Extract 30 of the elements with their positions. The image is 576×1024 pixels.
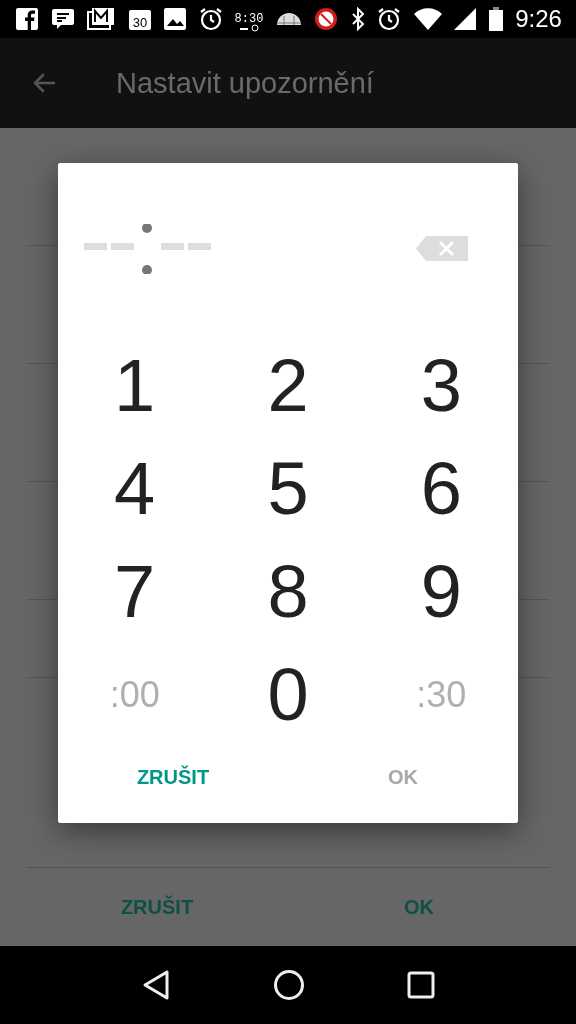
digit-key[interactable]: 4 (114, 451, 156, 526)
digit-key[interactable]: 7 (114, 554, 156, 629)
alarm-clock-icon (198, 7, 223, 31)
digit-key[interactable]: 3 (420, 348, 462, 423)
digit-key[interactable]: 6 (420, 451, 462, 526)
signal-icon (454, 8, 477, 30)
clock-time: 9:26 (515, 5, 562, 33)
mail-icon (87, 7, 116, 31)
calendar-icon: 30 (127, 7, 152, 31)
digit-key[interactable]: 8 (267, 554, 309, 629)
dialog-button[interactable]: ZRUŠIT (58, 765, 288, 790)
battery-icon (488, 7, 503, 31)
digit-key[interactable]: 2 (267, 348, 309, 423)
digit-key[interactable]: 1 (114, 348, 156, 423)
image-icon (164, 8, 187, 30)
back-icon[interactable] (141, 969, 171, 1001)
digit-key[interactable]: 9 (420, 554, 462, 629)
chat-bubble-icon (50, 7, 75, 31)
wifi-icon (413, 8, 442, 30)
digit-key[interactable]: 0 (267, 657, 309, 732)
home-icon[interactable] (273, 969, 305, 1001)
alarm-clock-icon (377, 7, 402, 31)
digit-key[interactable]: 5 (267, 451, 309, 526)
bluetooth-icon (350, 7, 365, 31)
dome-icon (275, 11, 302, 27)
no-entry-icon (314, 7, 339, 31)
screen-title: Nastavit upozornění (116, 66, 374, 100)
empty-time-display-icon (84, 223, 212, 274)
overview-icon[interactable] (407, 971, 435, 999)
letter-f-icon (16, 8, 38, 30)
